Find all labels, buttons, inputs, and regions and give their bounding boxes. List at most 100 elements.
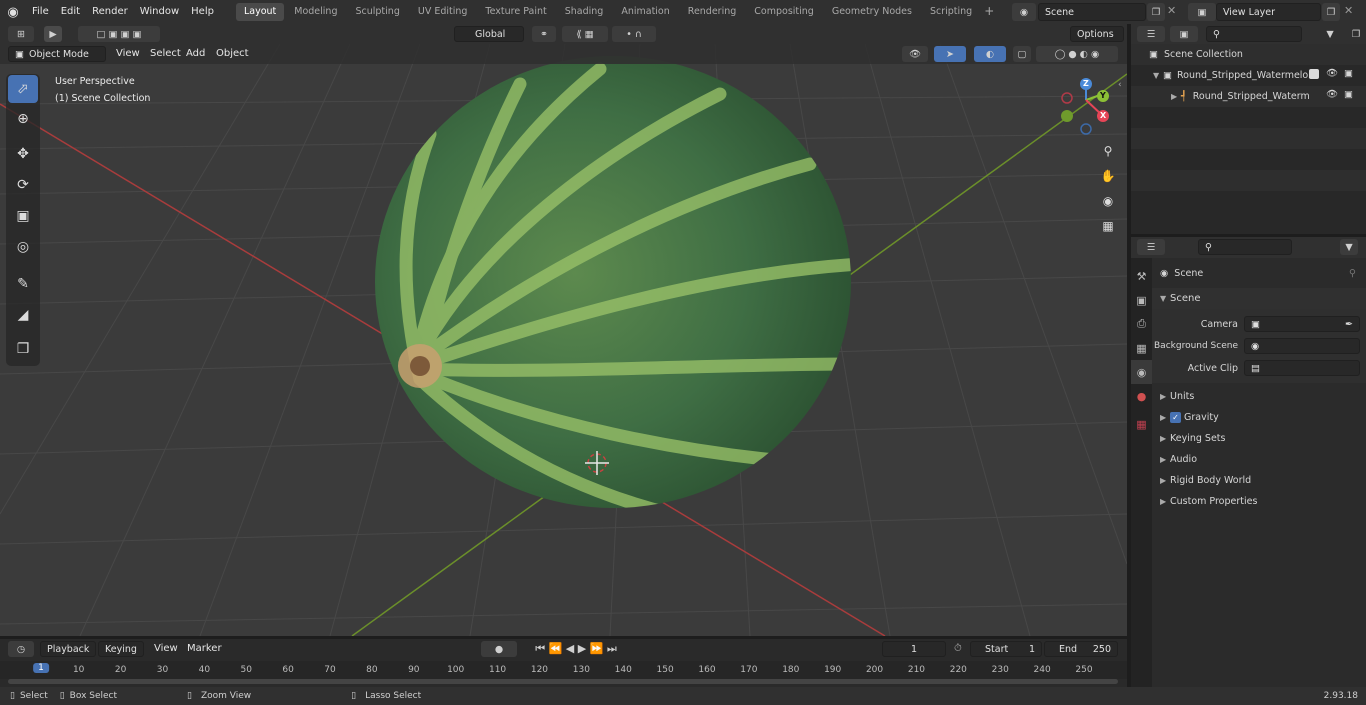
- snapping-icon[interactable]: ⟪ ▦: [562, 26, 608, 42]
- gravity-checkbox[interactable]: ✓: [1170, 412, 1181, 423]
- sidebar-toggle-icon[interactable]: ‹: [1118, 80, 1122, 90]
- tab-uv-editing[interactable]: UV Editing: [410, 3, 476, 21]
- options-dropdown[interactable]: Options: [1070, 26, 1124, 42]
- tab-geometry-nodes[interactable]: Geometry Nodes: [824, 3, 920, 21]
- tab-rendering[interactable]: Rendering: [680, 3, 745, 21]
- gizmo-toggle-icon[interactable]: ➤: [934, 46, 966, 62]
- playback-menu[interactable]: Playback: [40, 641, 96, 657]
- ortho-toggle-icon[interactable]: ▦: [1097, 215, 1119, 237]
- measure-tool-icon[interactable]: ◢: [8, 301, 38, 329]
- tab-compositing[interactable]: Compositing: [746, 3, 822, 21]
- keying-menu[interactable]: Keying: [98, 641, 144, 657]
- new-scene-icon[interactable]: ❐: [1147, 3, 1165, 21]
- shading-mode-icons[interactable]: ◯ ● ◐ ◉: [1036, 46, 1118, 62]
- render-tab-icon[interactable]: ▣: [1131, 288, 1152, 312]
- proportional-edit-icon[interactable]: • ∩: [612, 26, 656, 42]
- menu-help[interactable]: Help: [185, 0, 220, 24]
- tab-scripting[interactable]: Scripting: [922, 3, 980, 21]
- camera-icon[interactable]: ▣: [1344, 68, 1353, 79]
- world-tab-icon[interactable]: ●: [1131, 384, 1152, 408]
- eye-icon[interactable]: 👁: [1326, 89, 1338, 100]
- viewport-menu-view[interactable]: View: [110, 44, 146, 66]
- exclude-checkbox[interactable]: [1309, 69, 1319, 79]
- object-mode-select[interactable]: ▣ Object Mode: [8, 46, 106, 62]
- rotate-tool-icon[interactable]: ⟳: [8, 171, 38, 199]
- viewport-menu-add[interactable]: Add: [180, 44, 211, 66]
- display-mode-icon[interactable]: ▣: [1170, 26, 1198, 42]
- panel-custom-properties[interactable]: ▶ Custom Properties: [1152, 491, 1366, 512]
- eye-icon[interactable]: 👁: [1326, 68, 1338, 79]
- menu-file[interactable]: File: [26, 0, 55, 24]
- delete-scene-icon[interactable]: ✕: [1167, 4, 1181, 20]
- panel-gravity[interactable]: ▶ ✓ Gravity: [1152, 407, 1366, 428]
- menu-window[interactable]: Window: [134, 0, 185, 24]
- delete-view-layer-icon[interactable]: ✕: [1344, 4, 1358, 20]
- texture-tab-icon[interactable]: ▦: [1131, 412, 1152, 436]
- select-tool-icon[interactable]: ▶: [44, 26, 62, 42]
- timeline-view-menu[interactable]: View: [148, 637, 184, 661]
- properties-search-input[interactable]: ⚲: [1198, 239, 1292, 255]
- overlay-toggle-icon[interactable]: ◐: [974, 46, 1006, 62]
- expand-arrow-icon[interactable]: ▼: [1153, 71, 1163, 80]
- scene-name-field[interactable]: Scene: [1038, 3, 1146, 21]
- outliner-search-input[interactable]: ⚲: [1206, 26, 1302, 42]
- zoom-view-icon[interactable]: ⚲: [1097, 140, 1119, 162]
- transform-orientation-select[interactable]: Global: [454, 26, 524, 42]
- scene-selector-icon[interactable]: ◉: [1012, 3, 1036, 21]
- scene-tab-icon[interactable]: ◉: [1131, 360, 1152, 384]
- annotate-tool-icon[interactable]: ✎: [8, 270, 38, 298]
- menu-render[interactable]: Render: [86, 0, 134, 24]
- panel-rigid-body-world[interactable]: ▶ Rigid Body World: [1152, 470, 1366, 491]
- timeline-editor-type-icon[interactable]: ◷: [8, 641, 34, 657]
- new-view-layer-icon[interactable]: ❐: [1322, 3, 1340, 21]
- filter-icon[interactable]: ▼: [1316, 26, 1344, 42]
- timer-icon[interactable]: ⏱: [954, 643, 962, 654]
- tab-modeling[interactable]: Modeling: [286, 3, 345, 21]
- pin-icon[interactable]: ⚲: [1349, 268, 1356, 279]
- scale-tool-icon[interactable]: ▣: [8, 202, 38, 230]
- menu-edit[interactable]: Edit: [55, 0, 86, 24]
- 3d-viewport[interactable]: ▣ Object Mode View Select Add Object 👁 ➤ …: [0, 44, 1127, 636]
- tab-animation[interactable]: Animation: [613, 3, 677, 21]
- outliner-editor-type-icon[interactable]: ☰: [1137, 26, 1165, 42]
- eyedropper-icon[interactable]: ✒: [1345, 319, 1353, 330]
- add-workspace-icon[interactable]: +: [982, 5, 996, 19]
- view-layer-icon[interactable]: ▣: [1188, 3, 1216, 21]
- tab-layout[interactable]: Layout: [235, 3, 285, 21]
- xray-icon[interactable]: ▢: [1013, 46, 1031, 62]
- blender-logo-icon[interactable]: ◉: [0, 0, 26, 24]
- active-clip-field[interactable]: ▤: [1244, 360, 1360, 376]
- editor-type-icon[interactable]: ⊞: [8, 26, 34, 42]
- timeline-scrollbar[interactable]: [8, 679, 1118, 684]
- pan-view-icon[interactable]: ✋: [1097, 165, 1119, 187]
- view-layer-tab-icon[interactable]: ▦: [1131, 336, 1152, 360]
- transform-tool-icon[interactable]: ◎: [8, 233, 38, 261]
- expand-arrow-icon[interactable]: ▶: [1171, 92, 1181, 101]
- panel-units[interactable]: ▶ Units: [1152, 386, 1366, 407]
- panel-keying-sets[interactable]: ▶ Keying Sets: [1152, 428, 1366, 449]
- auto-keying-icon[interactable]: ●: [481, 641, 517, 657]
- tab-shading[interactable]: Shading: [557, 3, 612, 21]
- selection-mode-icons[interactable]: □ ▣ ▣ ▣: [78, 26, 160, 42]
- view-layer-field[interactable]: View Layer: [1216, 3, 1321, 21]
- tab-sculpting[interactable]: Sculpting: [347, 3, 407, 21]
- current-frame-marker[interactable]: 1: [33, 663, 49, 673]
- camera-field[interactable]: ▣ ✒: [1244, 316, 1360, 332]
- add-cube-tool-icon[interactable]: ❐: [8, 335, 38, 363]
- start-frame-field[interactable]: Start 1: [970, 641, 1042, 657]
- new-collection-icon[interactable]: ❐: [1348, 26, 1364, 42]
- outliner-row-watermelon-collection[interactable]: ▼ ▣ Round_Stripped_Watermelon 👁 ▣: [1131, 65, 1366, 86]
- properties-editor-type-icon[interactable]: ☰: [1137, 239, 1165, 255]
- timeline-editor[interactable]: ◷ Playback Keying View Marker ● ⏮ ⏪ ◀ ▶ …: [0, 639, 1127, 687]
- move-tool-icon[interactable]: ✥: [8, 140, 38, 168]
- current-frame-field[interactable]: 1: [882, 641, 946, 657]
- cursor-tool-icon[interactable]: ⊕: [8, 105, 38, 133]
- outliner-row-scene-collection[interactable]: ▣ Scene Collection: [1131, 44, 1366, 65]
- panel-audio[interactable]: ▶ Audio: [1152, 449, 1366, 470]
- visibility-icon[interactable]: 👁: [902, 46, 928, 62]
- select-box-tool-icon[interactable]: ⬀: [8, 75, 38, 103]
- playback-controls[interactable]: ⏮ ⏪ ◀ ▶ ⏩ ⏭: [522, 641, 630, 657]
- outliner-row-watermelon-object[interactable]: ▶ ┩ Round_Stripped_Waterm 👁 ▣: [1131, 86, 1366, 107]
- tab-texture-paint[interactable]: Texture Paint: [477, 3, 554, 21]
- timeline-marker-menu[interactable]: Marker: [181, 637, 228, 661]
